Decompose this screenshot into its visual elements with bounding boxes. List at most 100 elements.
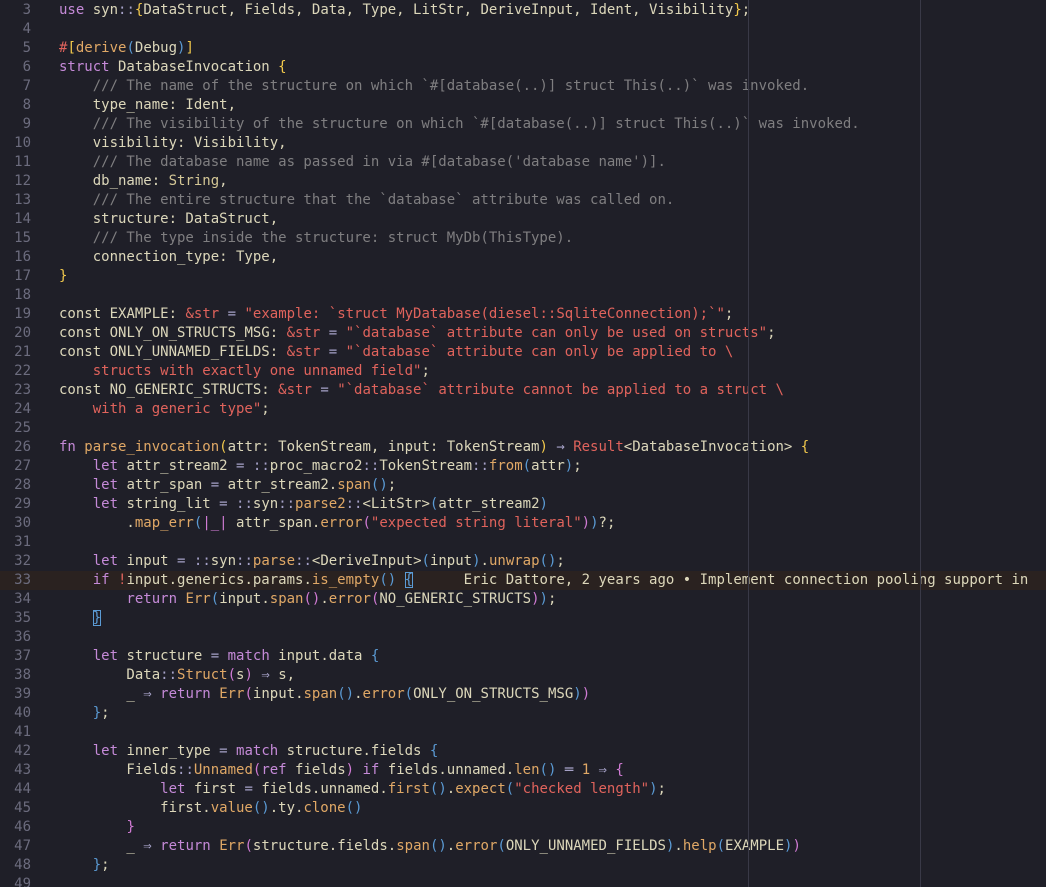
code-token: ) <box>649 781 658 797</box>
line-number: 40 <box>14 705 31 721</box>
code-line[interactable]: 12 db_name: String, <box>0 172 1046 191</box>
code-line[interactable]: 20 const ONLY_ON_STRUCTS_MSG: &str = "`da… <box>0 324 1046 343</box>
code-line[interactable]: 43 Fields::Unnamed(ref fields) if fields… <box>0 761 1046 780</box>
code-line[interactable]: 24 with a generic type"; <box>0 400 1046 419</box>
code-token: let <box>59 553 119 569</box>
code-line[interactable]: 6 struct DatabaseInvocation { <box>0 58 1046 77</box>
code-token: .ty. <box>269 800 304 816</box>
code-token: { <box>800 439 810 455</box>
code-line[interactable]: 9 /// The visibility of the structure on… <box>0 115 1046 134</box>
code-token: = <box>311 382 338 398</box>
code-line[interactable]: 40 }; <box>0 704 1046 723</box>
code-token: structure.fields. <box>252 838 397 854</box>
code-token: input.generics.params. <box>126 572 312 588</box>
code-text: with a generic type"; <box>59 400 270 419</box>
code-line[interactable]: 25 <box>0 419 1046 438</box>
line-number: 9 <box>22 116 31 132</box>
code-line[interactable]: 5 #[derive(Debug)] <box>0 39 1046 58</box>
code-token: map_err <box>134 515 194 531</box>
line-number: 46 <box>14 819 31 835</box>
code-text: fn parse_invocation(attr: TokenStream, i… <box>59 438 809 457</box>
code-token: structure <box>118 648 211 664</box>
code-line[interactable]: 22 structs with exactly one unnamed fiel… <box>0 362 1046 381</box>
line-number: 11 <box>14 154 31 170</box>
code-token: ) <box>573 686 582 702</box>
code-line[interactable]: 10 visibility: Visibility, <box>0 134 1046 153</box>
line-number: 47 <box>14 838 31 854</box>
code-line[interactable]: 3 use syn::{DataStruct, Fields, Data, Typ… <box>0 1 1046 20</box>
code-token: = <box>219 306 245 322</box>
code-token: str <box>295 344 321 360</box>
code-line[interactable]: 44 let first = fields.unnamed.first().ex… <box>0 780 1046 799</box>
code-text: let string_lit = ::syn::parse2::<LitStr>… <box>59 495 548 514</box>
code-line[interactable]: 45 first.value().ty.clone() <box>0 799 1046 818</box>
code-line[interactable]: 14 structure: DataStruct, <box>0 210 1046 229</box>
code-line[interactable]: 32 let input = ::syn::parse::<DeriveInpu… <box>0 552 1046 571</box>
line-number: 31 <box>14 534 31 550</box>
code-line[interactable]: 15 /// The type inside the structure: st… <box>0 229 1046 248</box>
code-token: ) <box>581 686 591 702</box>
code-token: |_| <box>202 515 228 531</box>
code-line[interactable]: 19 const EXAMPLE: &str = "example: `struc… <box>0 305 1046 324</box>
code-token: ; <box>261 401 270 417</box>
code-line[interactable]: 7 /// The name of the structure on which… <box>0 77 1046 96</box>
code-token: from <box>488 458 523 474</box>
code-token: /// The type inside the structure: struc… <box>59 230 574 246</box>
code-token: fields.unnamed. <box>379 762 515 778</box>
code-token: first <box>387 781 430 797</box>
code-line[interactable]: 38 Data::Struct(s) ⇒ s, <box>0 666 1046 685</box>
code-line[interactable]: 17} <box>0 267 1046 286</box>
code-line[interactable]: 11 /// The database name as passed in vi… <box>0 153 1046 172</box>
current-code-line[interactable]: 33 if !input.generics.params.is_empty() … <box>0 571 1046 590</box>
code-line[interactable]: 4 <box>0 20 1046 39</box>
code-line[interactable]: 21 const ONLY_UNNAMED_FIELDS: &str = "`da… <box>0 343 1046 362</box>
code-line[interactable]: 36 <box>0 628 1046 647</box>
code-line[interactable]: 35 } <box>0 609 1046 628</box>
code-line[interactable]: 29 let string_lit = ::syn::parse2::<LitS… <box>0 495 1046 514</box>
code-line[interactable]: 16 connection_type: Type, <box>0 248 1046 267</box>
code-line[interactable]: 31 <box>0 533 1046 552</box>
code-line[interactable]: 28 let attr_span = attr_stream2.span(); <box>0 476 1046 495</box>
code-token: structure.fields <box>278 743 430 759</box>
code-line[interactable]: 41 <box>0 723 1046 742</box>
line-number: 17 <box>14 268 31 284</box>
code-line[interactable]: 48 }; <box>0 856 1046 875</box>
code-line[interactable]: 46 } <box>0 818 1046 837</box>
code-token: () <box>345 800 363 816</box>
line-number: 48 <box>14 857 31 873</box>
code-line[interactable]: 37 let structure = match input.data { <box>0 647 1046 666</box>
code-line[interactable]: 47 _ ⇒ return Err(structure.fields.span(… <box>0 837 1046 856</box>
code-token: visibility: Visibility, <box>59 135 287 151</box>
code-line[interactable]: 42 let inner_type = match structure.fiel… <box>0 742 1046 761</box>
code-line[interactable]: 26 fn parse_invocation(attr: TokenStream,… <box>0 438 1046 457</box>
code-line[interactable]: 39 _ ⇒ return Err(input.span().error(ONL… <box>0 685 1046 704</box>
code-token: is_empty <box>311 572 380 588</box>
code-token: } <box>126 819 135 835</box>
code-token: } <box>59 268 68 284</box>
code-token: & <box>185 306 194 322</box>
line-number: 34 <box>14 591 31 607</box>
code-line[interactable]: 30 .map_err(|_| attr_span.error("expecte… <box>0 514 1046 533</box>
code-editor[interactable]: 3 use syn::{DataStruct, Fields, Data, Typ… <box>0 0 1046 887</box>
code-line[interactable]: 18 <box>0 286 1046 305</box>
code-token: input.data <box>269 648 371 664</box>
code-token: attr_stream2 <box>118 458 237 474</box>
code-line[interactable]: 49 <box>0 875 1046 887</box>
code-token: const <box>59 344 102 360</box>
code-token: str <box>286 382 312 398</box>
code-token: _ <box>59 686 144 702</box>
code-line[interactable]: 13 /// The entire structure that the `da… <box>0 191 1046 210</box>
code-token: attr: TokenStream, input: TokenStream <box>227 439 540 455</box>
code-line[interactable]: 8 type_name: Ident, <box>0 96 1046 115</box>
code-token: ref <box>261 762 287 778</box>
line-number: 28 <box>14 477 31 493</box>
code-token: ; <box>101 857 110 873</box>
code-line[interactable]: 34 return Err(input.span().error(NO_GENE… <box>0 590 1046 609</box>
code-line[interactable]: 23 const NO_GENERIC_STRUCTS: &str = "`dat… <box>0 381 1046 400</box>
code-token: ONLY_UNNAMED_FIELDS: <box>101 344 287 360</box>
code-text: #[derive(Debug)] <box>59 39 194 58</box>
code-line[interactable]: 27 let attr_stream2 = ::proc_macro2::Tok… <box>0 457 1046 476</box>
code-text: const ONLY_UNNAMED_FIELDS: &str = "`data… <box>59 343 733 362</box>
line-number: 42 <box>14 743 31 759</box>
